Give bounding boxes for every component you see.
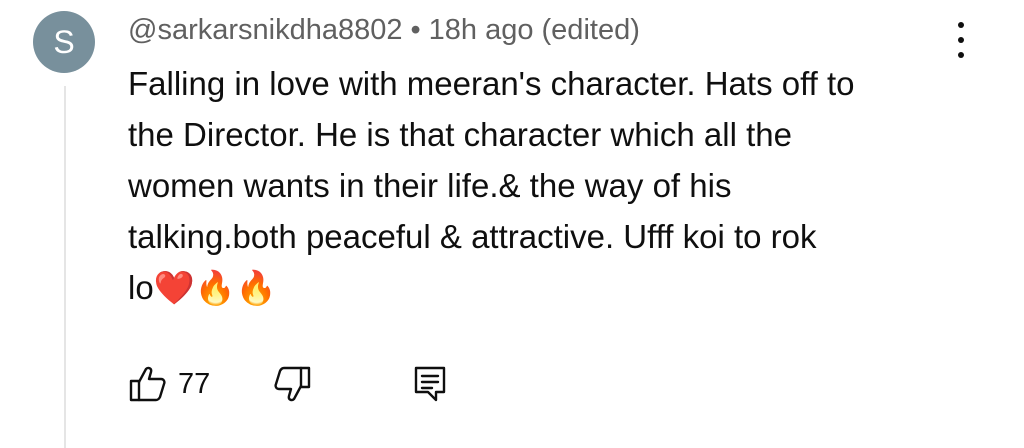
author-name[interactable]: @sarkarsnikdha8802 [128,14,402,47]
dislike-button[interactable] [272,364,312,404]
comment-text: Falling in love with meeran's character.… [128,65,855,306]
reply-comment-icon [415,366,446,402]
comment: S @sarkarsnikdha8802 • 18h ago (edited) … [0,0,1024,448]
thumbs-up-icon [129,366,166,402]
comment-header: @sarkarsnikdha8802 • 18h ago (edited) [128,10,640,50]
comment-time[interactable]: 18h ago (edited) [429,14,640,47]
separator-dot: • [410,13,421,46]
like-button[interactable]: 77 [128,364,210,404]
avatar[interactable]: S [33,11,95,73]
more-vert-icon-dot [958,37,964,43]
thumbs-down-icon [274,366,311,402]
avatar-letter: S [53,24,75,60]
thread-line [64,86,66,448]
like-count: 77 [178,367,211,400]
more-options-button[interactable] [944,18,978,62]
more-vert-icon-dot [958,22,964,28]
comment-actions: 77 [128,362,450,406]
reply-button[interactable] [410,364,450,404]
